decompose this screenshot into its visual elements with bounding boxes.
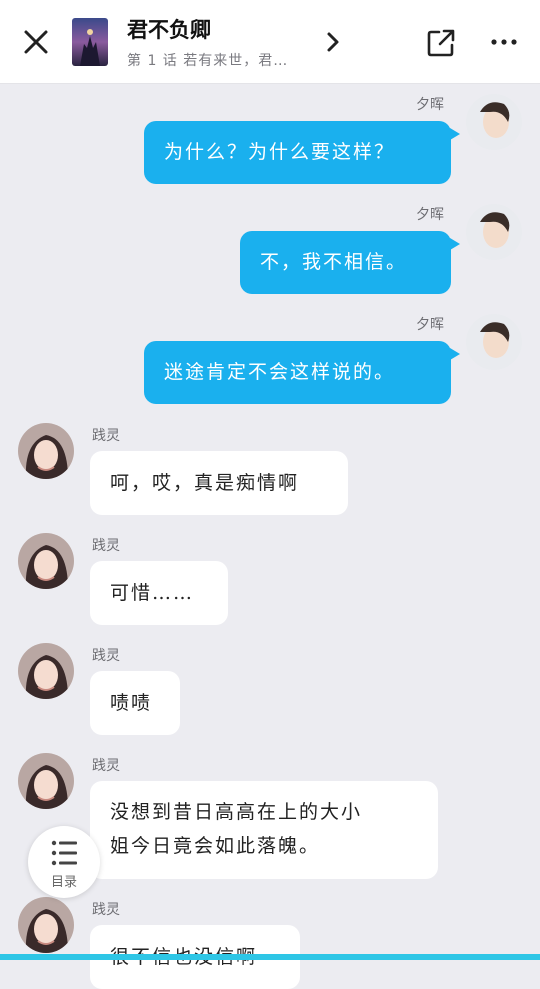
bottom-progress-bar [0,954,540,960]
chat-bubble: 不，我不相信。 [240,231,451,294]
chat-bubble: 可惜…… [90,561,228,625]
bubble-tail [450,128,460,140]
list-icon [51,840,77,866]
more-options-icon[interactable] [490,34,518,50]
top-bar: 君不负卿 第 1 话 若有来世，君… [0,0,540,84]
sender-name: 夕晖 [416,207,444,223]
avatar[interactable] [466,314,522,370]
toc-label: 目录 [50,875,77,890]
chat-bubble: 呵，哎，真是痴情啊 [90,451,348,515]
close-icon[interactable] [22,28,50,56]
chevron-right-icon[interactable] [322,30,344,54]
avatar[interactable] [18,533,74,589]
sender-name: 夕晖 [416,317,444,333]
sender-name: 践灵 [92,648,120,664]
sender-name: 践灵 [92,902,120,918]
sender-name: 夕晖 [416,97,444,113]
table-of-contents-button[interactable]: 目录 [28,826,100,898]
bubble-line: 没想到昔日高高在上的大小 [110,801,363,823]
chat-bubble: 迷途肯定不会这样说的。 [144,341,451,404]
sender-name: 践灵 [92,428,120,444]
avatar[interactable] [466,94,522,150]
comic-cover-thumbnail[interactable] [72,18,108,66]
chat-bubble: 啧啧 [90,671,180,735]
share-icon[interactable] [426,28,456,58]
bubble-tail [450,348,460,360]
comic-title: 君不负卿 [127,18,211,42]
avatar[interactable] [18,423,74,479]
chat-bubble: 为什么？为什么要这样？ [144,121,451,184]
bubble-tail [450,238,460,250]
avatar[interactable] [18,753,74,809]
avatar[interactable] [466,204,522,260]
avatar[interactable] [18,643,74,699]
avatar[interactable] [18,897,74,953]
sender-name: 践灵 [92,538,120,554]
chapter-subtitle: 第 1 话 若有来世，君… [127,53,289,69]
bubble-line: 姐今日竟会如此落魄。 [110,835,321,857]
sender-name: 践灵 [92,758,120,774]
chat-bubble: 没想到昔日高高在上的大小 姐今日竟会如此落魄。 [90,781,438,879]
